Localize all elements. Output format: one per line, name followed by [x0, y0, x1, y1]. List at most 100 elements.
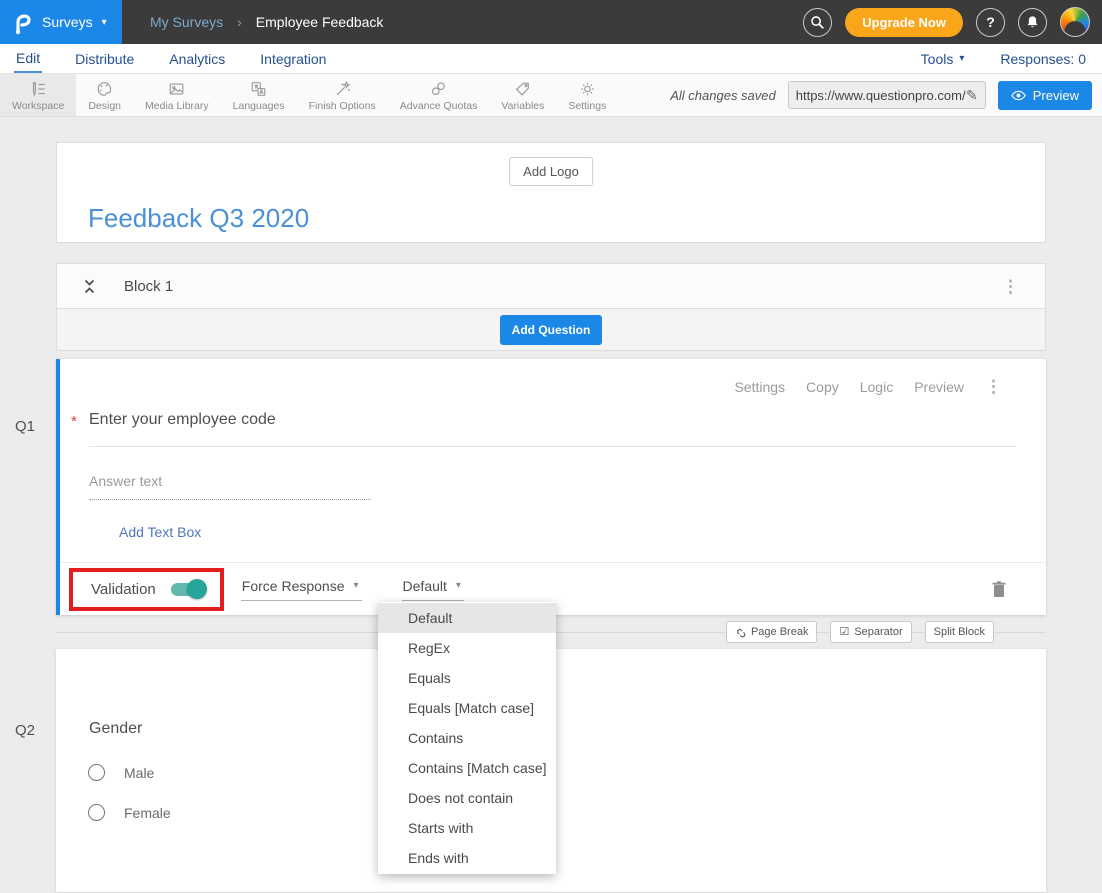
- force-response-dropdown[interactable]: Force Response ▾: [241, 578, 362, 601]
- main-nav: Edit Distribute Analytics Integration To…: [0, 44, 1102, 74]
- survey-title[interactable]: Feedback Q3 2020: [88, 203, 309, 234]
- questionpro-logo-icon: [13, 9, 33, 35]
- user-avatar[interactable]: [1060, 7, 1090, 37]
- add-question-strip: Add Question: [56, 309, 1046, 351]
- toolbar-item-media-library[interactable]: Media Library: [133, 74, 221, 116]
- question-menu-button[interactable]: ⋮: [985, 378, 1002, 395]
- block-menu-button[interactable]: ⋮: [1002, 278, 1019, 295]
- toolbar-item-design[interactable]: Design: [76, 74, 133, 116]
- radio-button[interactable]: [88, 764, 105, 781]
- add-logo-button[interactable]: Add Logo: [509, 157, 593, 186]
- editor-toolbar: Workspace Design Media Library Languages: [0, 74, 1102, 117]
- option-label[interactable]: Male: [124, 765, 154, 781]
- menu-item-equals[interactable]: Equals: [378, 663, 556, 693]
- toolbar-item-label: Languages: [233, 100, 285, 112]
- share-url-input[interactable]: [796, 88, 966, 103]
- question-copy-link[interactable]: Copy: [806, 379, 839, 395]
- product-label: Surveys: [42, 14, 93, 30]
- top-header: Surveys ▾ My Surveys › Employee Feedback…: [0, 0, 1102, 44]
- validation-toggle[interactable]: [171, 583, 204, 596]
- media-library-icon: [167, 80, 186, 98]
- toolbar-item-label: Design: [88, 100, 121, 112]
- question-text-row[interactable]: * Enter your employee code: [89, 411, 1016, 447]
- toolbar-item-label: Media Library: [145, 100, 209, 112]
- tab-distribute[interactable]: Distribute: [73, 44, 136, 73]
- product-menu[interactable]: Surveys ▾: [0, 0, 122, 44]
- add-text-box-link[interactable]: Add Text Box: [119, 524, 201, 540]
- required-marker: *: [71, 413, 77, 430]
- breadcrumb-parent-link[interactable]: My Surveys: [150, 14, 223, 30]
- tab-integration[interactable]: Integration: [258, 44, 328, 73]
- menu-item-equals-match-case[interactable]: Equals [Match case]: [378, 693, 556, 723]
- toolbar-item-settings[interactable]: Settings: [556, 74, 618, 116]
- preview-button[interactable]: Preview: [998, 81, 1092, 110]
- radio-button[interactable]: [88, 804, 105, 821]
- preview-label: Preview: [1033, 88, 1079, 103]
- collapse-block-button[interactable]: [83, 278, 96, 295]
- languages-icon: [249, 80, 268, 98]
- toolbar-item-finish-options[interactable]: Finish Options: [297, 74, 388, 116]
- page-break-button[interactable]: Page Break: [726, 621, 817, 643]
- block-title[interactable]: Block 1: [124, 278, 173, 295]
- validation-label: Validation: [91, 581, 156, 598]
- split-block-button[interactable]: Split Block: [925, 621, 994, 643]
- answer-option-row: Female: [88, 804, 171, 821]
- question-logic-link[interactable]: Logic: [860, 379, 893, 395]
- question-number-q2: Q2: [15, 722, 35, 739]
- validation-type-value: Default: [403, 578, 447, 594]
- block-footer-buttons: Page Break ☑ Separator Split Block: [726, 621, 994, 643]
- toolbar-item-languages[interactable]: Languages: [221, 74, 297, 116]
- page-break-label: Page Break: [751, 626, 808, 638]
- header-actions: Upgrade Now ?: [803, 7, 1102, 37]
- responses-count[interactable]: Responses: 0: [1000, 51, 1086, 67]
- toolbar-item-workspace[interactable]: Workspace: [0, 74, 76, 116]
- toolbar-right: All changes saved ✎ Preview: [670, 74, 1102, 116]
- answer-text-field[interactable]: Answer text: [89, 473, 371, 500]
- upgrade-now-button[interactable]: Upgrade Now: [845, 8, 963, 37]
- notifications-button[interactable]: [1018, 8, 1047, 37]
- force-response-label: Force Response: [242, 578, 345, 594]
- option-label[interactable]: Female: [124, 805, 171, 821]
- page-break-icon: [735, 627, 746, 638]
- question-settings-link[interactable]: Settings: [734, 379, 785, 395]
- menu-item-starts-with[interactable]: Starts with: [378, 813, 556, 843]
- toggle-knob: [187, 579, 207, 599]
- separator-button[interactable]: ☑ Separator: [830, 621, 911, 643]
- tab-edit[interactable]: Edit: [14, 44, 42, 73]
- answer-option-row: Male: [88, 764, 154, 781]
- validation-type-dropdown[interactable]: Default ▾: [402, 578, 464, 601]
- toolbar-item-variables[interactable]: Variables: [489, 74, 556, 116]
- tab-analytics[interactable]: Analytics: [167, 44, 227, 73]
- eye-icon: [1011, 90, 1026, 101]
- breadcrumb: My Surveys › Employee Feedback: [150, 14, 383, 30]
- menu-item-default[interactable]: Default: [378, 603, 556, 633]
- toolbar-item-label: Workspace: [12, 100, 64, 112]
- menu-item-does-not-contain[interactable]: Does not contain: [378, 783, 556, 813]
- question-text[interactable]: Enter your employee code: [89, 411, 276, 428]
- separator-label: Separator: [854, 626, 902, 638]
- question-preview-link[interactable]: Preview: [914, 379, 964, 395]
- toolbar-item-advance-quotas[interactable]: Advance Quotas: [388, 74, 490, 116]
- question-actions: Settings Copy Logic Preview ⋮: [734, 378, 1002, 395]
- question-card-q1: Settings Copy Logic Preview ⋮ * Enter yo…: [56, 359, 1046, 615]
- tools-menu[interactable]: Tools ▾: [921, 51, 965, 67]
- add-question-button[interactable]: Add Question: [500, 315, 603, 345]
- menu-item-contains[interactable]: Contains: [378, 723, 556, 753]
- delete-question-button[interactable]: [992, 581, 1006, 598]
- settings-icon: [578, 80, 597, 98]
- workspace-icon: [29, 80, 48, 98]
- menu-item-contains-match-case[interactable]: Contains [Match case]: [378, 753, 556, 783]
- search-button[interactable]: [803, 8, 832, 37]
- question-text[interactable]: Gender: [89, 720, 142, 738]
- search-icon: [810, 15, 825, 30]
- share-url-box: ✎: [788, 81, 986, 109]
- help-button[interactable]: ?: [976, 8, 1005, 37]
- block-header: Block 1 ⋮: [56, 263, 1046, 309]
- menu-item-ends-with[interactable]: Ends with: [378, 843, 556, 873]
- trash-icon: [992, 581, 1006, 598]
- design-icon: [95, 80, 114, 98]
- breadcrumb-separator-icon: ›: [237, 14, 242, 30]
- menu-item-regex[interactable]: RegEx: [378, 633, 556, 663]
- edit-url-icon[interactable]: ✎: [966, 87, 978, 104]
- question-number-q1: Q1: [15, 418, 35, 435]
